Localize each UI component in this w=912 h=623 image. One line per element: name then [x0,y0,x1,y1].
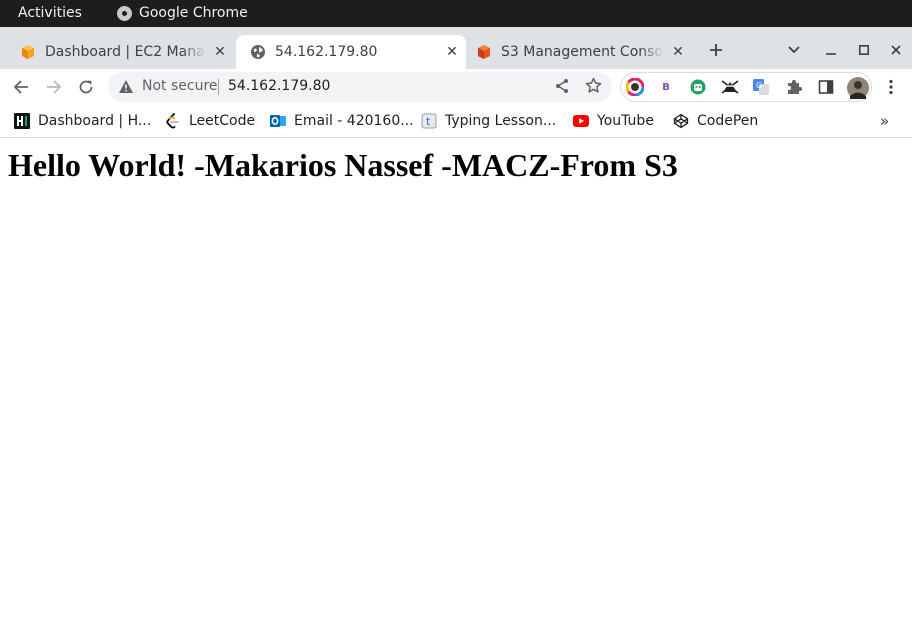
bootstrap-icon[interactable]: B [657,78,675,96]
bookmark-item[interactable]: CodePen [673,110,758,132]
side-panel-icon[interactable] [817,78,835,96]
tab-ec2-dashboard[interactable]: Dashboard | EC2 Management Console ✕ [12,35,234,69]
more-vert-icon [889,79,893,95]
arrow-left-icon [13,80,28,94]
tab-close-icon[interactable]: ✕ [212,44,228,60]
maximize-button[interactable] [854,38,874,62]
codepen-icon [673,113,689,129]
aws-s3-icon [476,44,492,60]
forward-button[interactable] [41,74,67,100]
bookmark-item[interactable]: Dashboard | H... [14,110,151,132]
avatar[interactable] [847,77,869,99]
tab-title: Dashboard | EC2 Management Console [45,44,206,60]
tab-strip: Dashboard | EC2 Management Console ✕ 54.… [0,27,912,90]
plus-icon [710,44,722,56]
outlook-icon [270,113,286,129]
maximize-icon [859,45,869,55]
tab-active-page[interactable]: 54.162.179.80 ✕ [236,35,466,69]
aws-ec2-icon [20,44,36,60]
bookmark-item[interactable]: t Typing Lesson... [421,110,556,132]
youtube-icon [573,113,589,129]
globe-icon [250,44,266,60]
leetcode-icon [165,113,181,129]
bookmark-label: Dashboard | H... [38,113,152,129]
bookmarks-overflow-button[interactable]: » [880,112,889,130]
url-text[interactable]: 54.162.179.80 [228,78,330,94]
ninja-icon[interactable] [721,78,739,96]
bookmark-item[interactable]: LeetCode [165,110,255,132]
puzzle-icon[interactable] [785,78,803,96]
tab-search-button[interactable] [784,38,804,62]
bookmark-label: YouTube [597,113,654,129]
translate-icon[interactable]: G [752,78,770,96]
warning-icon[interactable] [118,79,134,98]
page-heading: Hello World! -Makarios Nassef -MACZ-From… [8,147,678,183]
bookmark-label: Email - 420160... [294,113,414,129]
bookmark-label: Typing Lesson... [445,113,557,129]
back-button[interactable] [8,74,34,100]
close-window-button[interactable] [886,38,906,62]
color-picker-icon[interactable] [626,78,644,96]
address-bar[interactable]: Not secure 54.162.179.80 [108,72,612,102]
hackerrank-icon [14,113,30,129]
page-content: Hello World! -Makarios Nassef -MACZ-From… [0,139,912,623]
new-tab-button[interactable] [704,38,728,62]
browser-toolbar: Not secure 54.162.179.80 B G [0,69,912,105]
tab-title: S3 Management Console [501,44,664,60]
minimize-button[interactable] [821,38,841,62]
app-menu-label: Google Chrome [139,5,248,21]
chrome-icon [117,5,132,21]
svg-text:G: G [756,81,762,90]
svg-text:t: t [426,115,431,128]
reload-icon [79,80,93,94]
typing-icon: t [421,113,437,129]
extensions-group: B G [620,72,872,102]
arrow-right-icon [47,80,62,94]
browser-menu-button[interactable] [882,74,900,100]
activities-button[interactable]: Activities [18,5,82,21]
omnibox-divider [218,79,219,95]
tab-close-icon[interactable]: ✕ [444,44,460,60]
bookmarks-bar: Dashboard | H... LeetCode Email - 420160… [0,105,912,138]
tab-s3-console[interactable]: S3 Management Console ✕ [468,35,692,69]
star-icon[interactable] [585,77,602,98]
os-top-bar: Activities Google Chrome [0,0,912,27]
chevron-down-icon [788,46,800,54]
bookmark-label: LeetCode [189,113,256,129]
android-icon[interactable] [689,78,707,96]
app-menu[interactable]: Google Chrome [117,5,248,21]
reload-button[interactable] [73,74,99,100]
not-secure-label[interactable]: Not secure [142,78,218,94]
tab-title: 54.162.179.80 [275,44,378,60]
share-icon[interactable] [554,78,570,98]
tab-close-icon[interactable]: ✕ [670,44,686,60]
minimize-icon [826,53,836,55]
bookmark-item[interactable]: Email - 420160... [270,110,414,132]
bookmark-item[interactable]: YouTube [573,110,654,132]
close-icon [891,45,901,55]
bookmark-label: CodePen [697,113,759,129]
